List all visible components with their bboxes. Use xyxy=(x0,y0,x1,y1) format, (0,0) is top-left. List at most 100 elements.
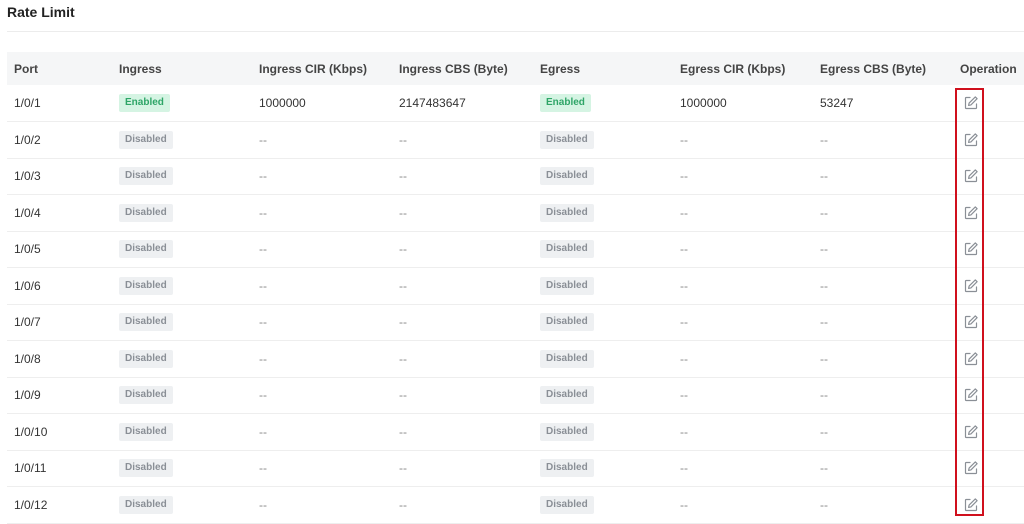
ingress-cbs-cell: -- xyxy=(399,278,407,293)
ingress-cell: Disabled xyxy=(112,414,252,451)
ingress-cir-cell: -- xyxy=(259,242,267,257)
table-row: 1/0/4 Disabled -- -- Disabled -- -- xyxy=(7,195,1024,232)
egress-cell: Disabled xyxy=(533,377,673,414)
title-divider xyxy=(7,31,1024,32)
egress-cbs-cell: -- xyxy=(820,351,828,366)
egress-status-badge: Disabled xyxy=(540,459,594,478)
ingress-cir-cell: -- xyxy=(259,278,267,293)
port-cell: 1/0/10 xyxy=(14,424,48,439)
edit-icon[interactable] xyxy=(963,95,979,111)
edit-icon[interactable] xyxy=(963,460,979,476)
ingress-status-badge: Disabled xyxy=(119,386,173,405)
egress-cbs-cell: -- xyxy=(820,242,828,257)
rate-limit-table: Port Ingress Ingress CIR (Kbps) Ingress … xyxy=(7,52,1024,524)
column-header-ingress-cbs: Ingress CBS (Byte) xyxy=(399,61,508,76)
ingress-cbs-cell: -- xyxy=(399,315,407,330)
edit-icon[interactable] xyxy=(963,314,979,330)
edit-icon[interactable] xyxy=(963,497,979,513)
ingress-cir-cell: -- xyxy=(259,315,267,330)
operation-cell xyxy=(953,85,1024,122)
port-cell: 1/0/2 xyxy=(14,132,41,147)
ingress-cbs-cell: -- xyxy=(399,388,407,403)
egress-cir-cell: -- xyxy=(680,132,688,147)
egress-cir-cell: -- xyxy=(680,497,688,512)
ingress-cell: Disabled xyxy=(112,341,252,378)
ingress-cell: Disabled xyxy=(112,231,252,268)
table-row: 1/0/2 Disabled -- -- Disabled -- -- xyxy=(7,122,1024,159)
egress-cell: Disabled xyxy=(533,195,673,232)
table-row: 1/0/9 Disabled -- -- Disabled -- -- xyxy=(7,377,1024,414)
edit-icon[interactable] xyxy=(963,132,979,148)
egress-cell: Disabled xyxy=(533,487,673,524)
port-cell: 1/0/7 xyxy=(14,315,41,330)
table-row: 1/0/1 Enabled 1000000 2147483647 Enabled 1000… xyxy=(7,85,1024,122)
ingress-status-badge: Disabled xyxy=(119,459,173,478)
ingress-cir-cell: -- xyxy=(259,205,267,220)
egress-status-badge: Enabled xyxy=(540,94,591,112)
column-header-egress-cir: Egress CIR (Kbps) xyxy=(680,61,786,76)
edit-icon[interactable] xyxy=(963,387,979,403)
column-header-port: Port xyxy=(14,61,38,76)
edit-icon[interactable] xyxy=(963,168,979,184)
egress-cir-cell: -- xyxy=(680,315,688,330)
ingress-cell: Disabled xyxy=(112,268,252,305)
edit-icon[interactable] xyxy=(963,278,979,294)
egress-cbs-cell: -- xyxy=(820,205,828,220)
edit-icon[interactable] xyxy=(963,424,979,440)
ingress-status-badge: Disabled xyxy=(119,203,173,222)
column-header-egress-cbs: Egress CBS (Byte) xyxy=(820,61,927,76)
egress-cir-cell: -- xyxy=(680,388,688,403)
ingress-cell: Disabled xyxy=(112,195,252,232)
ingress-status-badge: Enabled xyxy=(119,94,170,112)
egress-status-badge: Disabled xyxy=(540,167,594,186)
operation-cell xyxy=(953,268,1024,305)
egress-status-badge: Disabled xyxy=(540,349,594,368)
egress-cir-cell: -- xyxy=(680,461,688,476)
egress-status-badge: Disabled xyxy=(540,495,594,514)
ingress-cir-cell: -- xyxy=(259,461,267,476)
column-header-ingress: Ingress xyxy=(119,61,162,76)
egress-cir-cell: -- xyxy=(680,242,688,257)
port-cell: 1/0/11 xyxy=(14,461,47,476)
ingress-cell: Disabled xyxy=(112,487,252,524)
port-cell: 1/0/5 xyxy=(14,242,41,257)
column-header-egress: Egress xyxy=(540,61,581,76)
ingress-cbs-cell: -- xyxy=(399,242,407,257)
ingress-cbs-cell: -- xyxy=(399,132,407,147)
ingress-cell: Disabled xyxy=(112,450,252,487)
edit-icon[interactable] xyxy=(963,351,979,367)
port-cell: 1/0/4 xyxy=(14,205,41,220)
egress-cell: Disabled xyxy=(533,341,673,378)
operation-cell xyxy=(953,377,1024,414)
egress-cbs-cell: -- xyxy=(820,169,828,184)
ingress-status-badge: Disabled xyxy=(119,130,173,149)
egress-cell: Disabled xyxy=(533,122,673,159)
table-row: 1/0/10 Disabled -- -- Disabled -- -- xyxy=(7,414,1024,451)
operation-cell xyxy=(953,341,1024,378)
ingress-cbs-cell: -- xyxy=(399,461,407,476)
ingress-cell: Disabled xyxy=(112,377,252,414)
operation-cell xyxy=(953,414,1024,451)
edit-icon[interactable] xyxy=(963,205,979,221)
table-row: 1/0/3 Disabled -- -- Disabled -- -- xyxy=(7,158,1024,195)
egress-cell: Disabled xyxy=(533,268,673,305)
ingress-status-badge: Disabled xyxy=(119,313,173,332)
egress-cbs-cell: -- xyxy=(820,278,828,293)
egress-cell: Disabled xyxy=(533,414,673,451)
egress-cir-cell: -- xyxy=(680,278,688,293)
egress-cbs-cell: 53247 xyxy=(820,96,854,110)
ingress-cbs-cell: -- xyxy=(399,169,407,184)
ingress-cir-cell: -- xyxy=(259,132,267,147)
egress-cbs-cell: -- xyxy=(820,388,828,403)
egress-cir-cell: -- xyxy=(680,424,688,439)
column-header-operation: Operation xyxy=(960,61,1017,76)
table-row: 1/0/5 Disabled -- -- Disabled -- -- xyxy=(7,231,1024,268)
egress-status-badge: Disabled xyxy=(540,240,594,259)
port-cell: 1/0/3 xyxy=(14,169,41,184)
egress-status-badge: Disabled xyxy=(540,130,594,149)
edit-icon[interactable] xyxy=(963,241,979,257)
operation-cell xyxy=(953,195,1024,232)
ingress-cell: Disabled xyxy=(112,304,252,341)
operation-cell xyxy=(953,122,1024,159)
operation-cell xyxy=(953,158,1024,195)
